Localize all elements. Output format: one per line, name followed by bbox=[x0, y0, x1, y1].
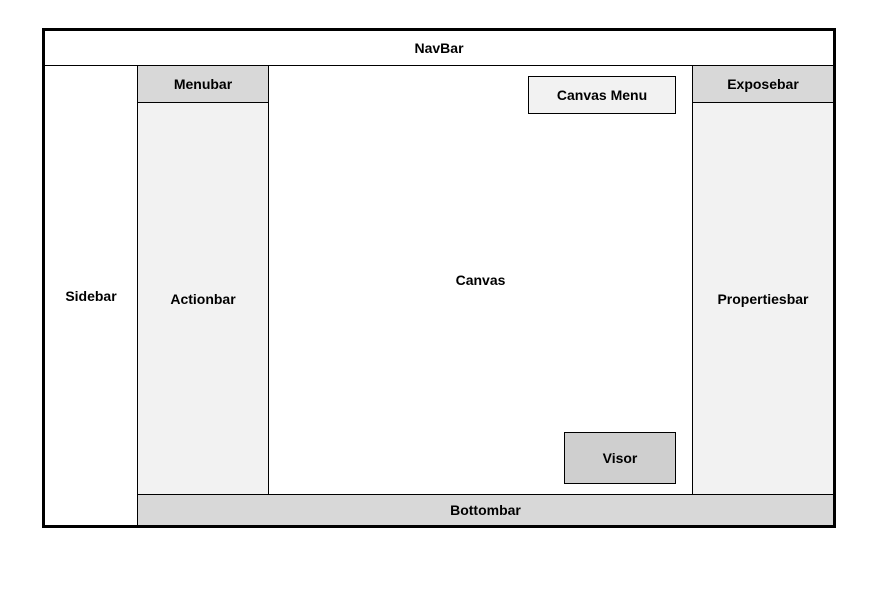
propertiesbar-region: Propertiesbar bbox=[693, 103, 833, 494]
propertiesbar-label: Propertiesbar bbox=[717, 291, 808, 307]
sidebar-region: Sidebar bbox=[45, 66, 138, 525]
menubar-region: Menubar bbox=[138, 66, 268, 103]
action-column: Menubar Actionbar bbox=[138, 66, 269, 494]
canvas-menu-label: Canvas Menu bbox=[557, 87, 647, 103]
menubar-label: Menubar bbox=[174, 76, 232, 92]
sidebar-label: Sidebar bbox=[65, 288, 116, 304]
exposebar-label: Exposebar bbox=[727, 76, 799, 92]
properties-column: Exposebar Propertiesbar bbox=[692, 66, 833, 494]
canvas-region: Canvas Canvas Menu Visor bbox=[269, 66, 692, 494]
bottombar-region: Bottombar bbox=[138, 494, 833, 525]
visor-label: Visor bbox=[603, 450, 638, 466]
main-region: Menubar Actionbar Canvas Canvas Menu Vis… bbox=[138, 66, 833, 525]
midrow-region: Menubar Actionbar Canvas Canvas Menu Vis… bbox=[138, 66, 833, 494]
canvas-label: Canvas bbox=[456, 272, 506, 288]
app-layout-diagram: NavBar Sidebar Menubar Actionbar bbox=[42, 28, 836, 528]
bottombar-label: Bottombar bbox=[450, 502, 521, 518]
exposebar-region: Exposebar bbox=[693, 66, 833, 103]
canvas-menu-region: Canvas Menu bbox=[528, 76, 676, 114]
actionbar-region: Actionbar bbox=[138, 103, 268, 494]
diagram-frame: NavBar Sidebar Menubar Actionbar bbox=[0, 0, 878, 610]
body-region: Sidebar Menubar Actionbar Canvas bbox=[45, 66, 833, 525]
navbar-label: NavBar bbox=[414, 40, 463, 56]
visor-region: Visor bbox=[564, 432, 676, 484]
navbar-region: NavBar bbox=[45, 31, 833, 66]
actionbar-label: Actionbar bbox=[170, 291, 235, 307]
